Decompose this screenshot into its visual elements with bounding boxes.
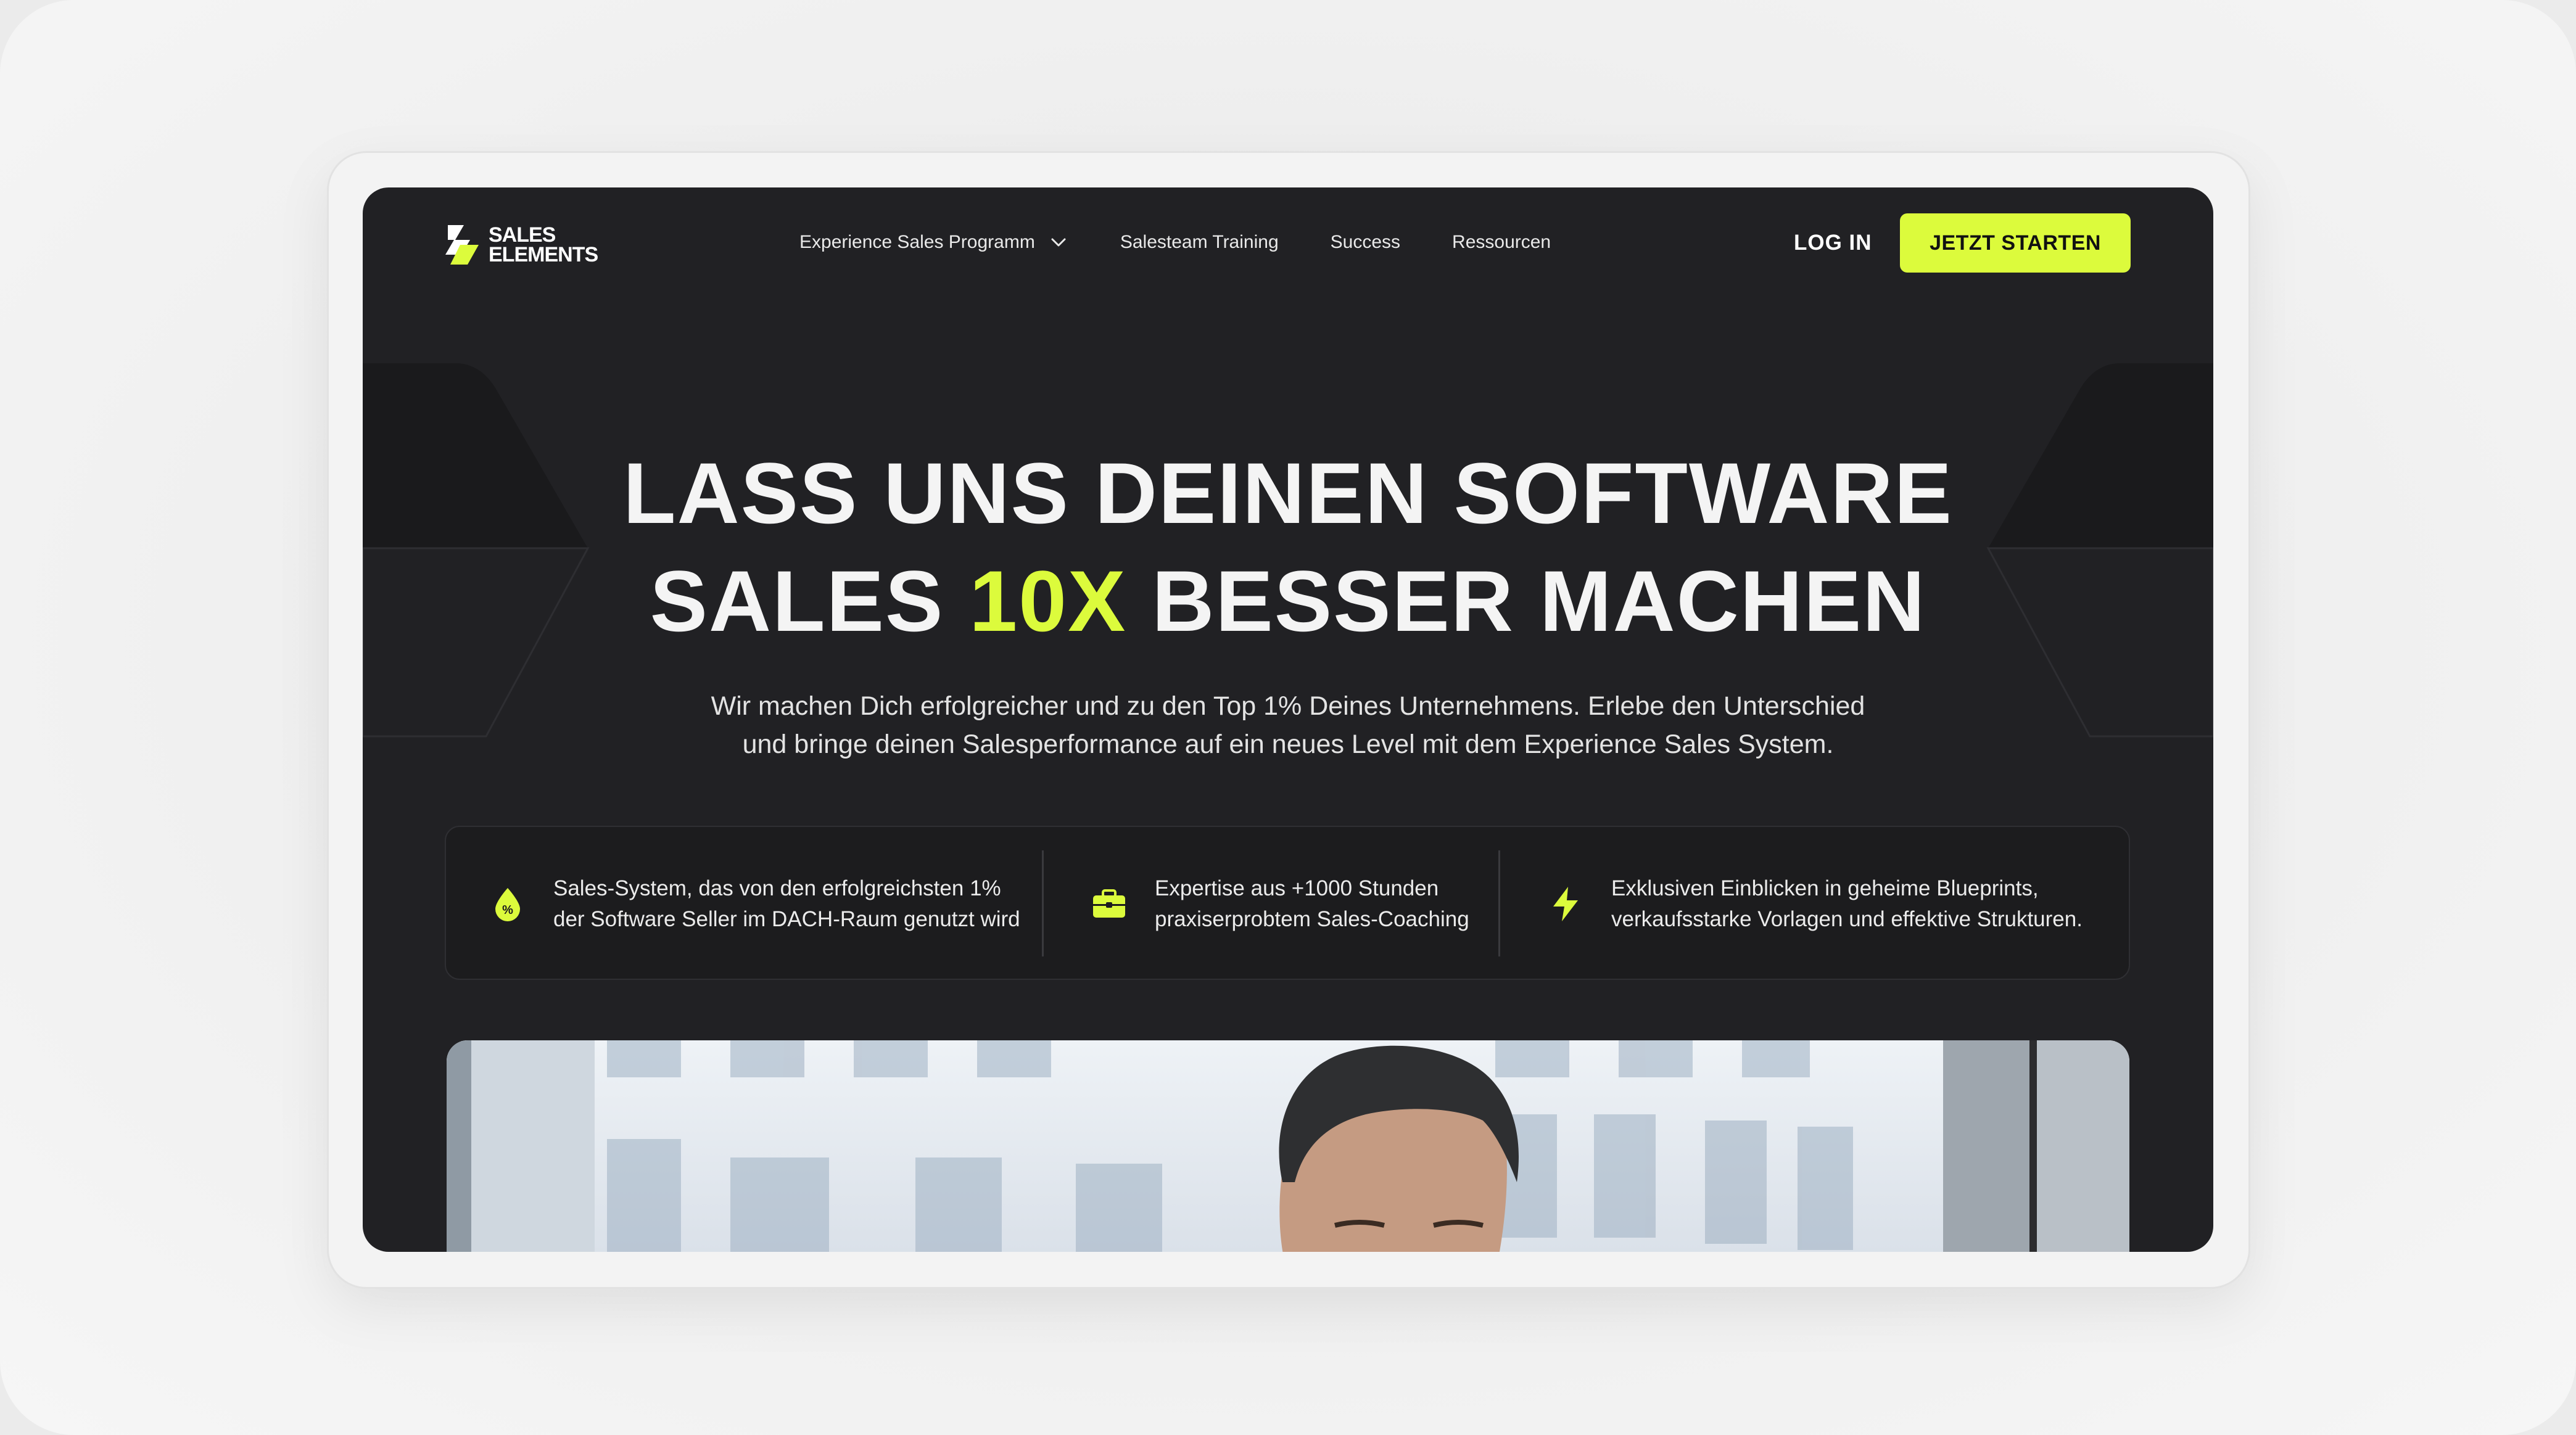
feature-expertise: Expertise aus +1000 Stunden praxiserprob… [1091,827,1469,981]
percent-drop-icon: % [495,888,520,921]
hero-photo [447,1040,2129,1252]
headline-accent: 10X [969,553,1127,649]
hero-subtitle-line1: Wir machen Dich erfolgreicher und zu den… [711,691,1865,721]
hero-photo-image [447,1040,2129,1252]
logo-text: SALES ELEMENTS [489,223,598,266]
feature-sales-system: % Sales-System, das von den erfolgreichs… [489,827,1020,981]
nav-item-ressourcen[interactable]: Ressourcen [1452,232,1551,253]
chevron-down-icon [1051,238,1066,247]
hero-headline-line2: SALES 10X BESSER MACHEN [650,553,1926,649]
nav-item-salesteam-training[interactable]: Salesteam Training [1120,232,1279,253]
feature-blueprints: Exklusiven Einblicken in geheime Bluepri… [1547,827,2083,981]
hero-headline-line1: LASS UNS DEINEN SOFTWARE [623,445,1953,541]
nav-item-experience-sales-programm[interactable]: Experience Sales Programm [799,232,1068,253]
start-now-button[interactable]: JETZT STARTEN [1900,213,2131,273]
website-screen: SALES ELEMENTS Experience Sales Programm… [363,187,2213,1252]
svg-text:%: % [502,903,513,917]
hero-subtitle-line2: und bringe deinen Salesperformance auf e… [742,730,1834,759]
login-link[interactable]: LOG IN [1794,231,1872,255]
lightning-icon [1553,887,1578,921]
logo-mark-icon [445,225,479,265]
main-navigation: Experience Sales Programm Salesteam Trai… [799,232,1603,253]
feature-divider [1042,850,1044,956]
brand-logo[interactable]: SALES ELEMENTS [443,221,598,268]
features-bar: % Sales-System, das von den erfolgreichs… [445,826,2130,980]
nav-item-success[interactable]: Success [1331,232,1400,253]
briefcase-icon [1093,889,1125,918]
feature-divider [1498,850,1500,956]
